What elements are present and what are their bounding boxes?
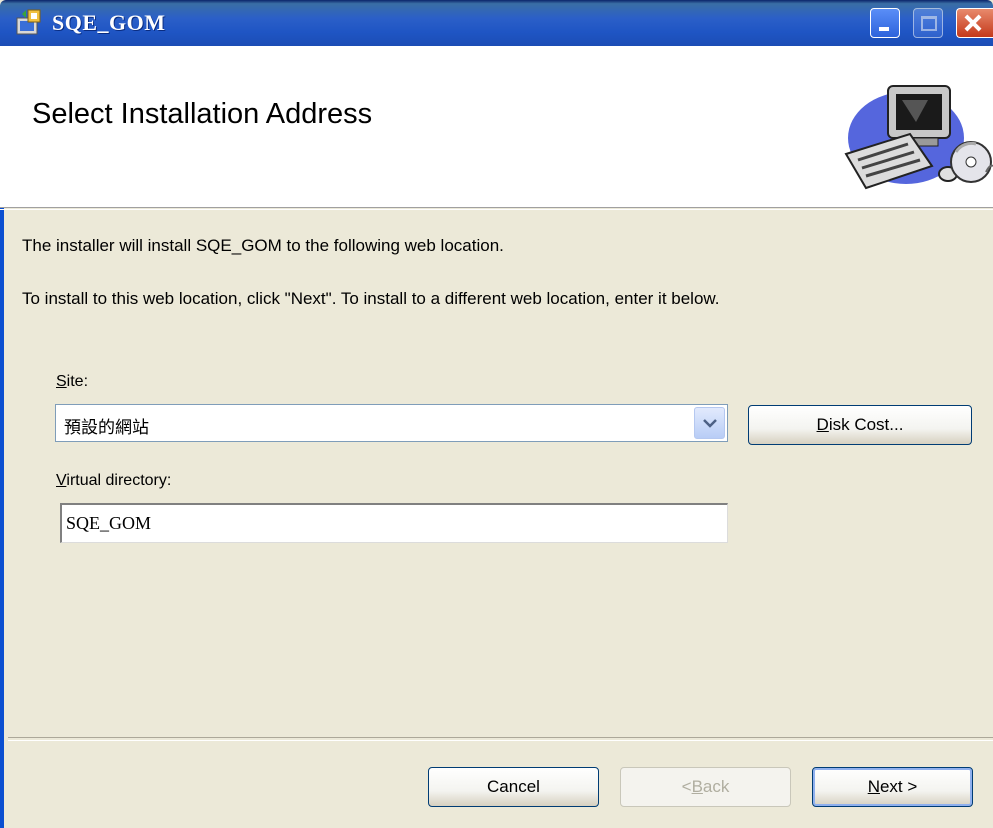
back-access-key: B: [691, 777, 703, 796]
install-instructions: To install to this web location, click "…: [22, 289, 720, 308]
window-title: SQE_GOM: [52, 10, 166, 35]
site-label-text: ite:: [66, 373, 89, 390]
maximize-button: [913, 8, 943, 38]
site-label: Site:: [56, 373, 88, 391]
next-button[interactable]: Next >: [812, 767, 973, 807]
chevron-down-icon: [703, 419, 717, 428]
disk-cost-access-key: D: [816, 415, 829, 434]
next-label: ext >: [879, 777, 918, 796]
back-prefix: <: [681, 777, 692, 796]
dropdown-arrow-button[interactable]: [694, 407, 725, 439]
header-banner: Select Installation Address: [0, 46, 993, 210]
back-button: < Back: [620, 767, 791, 807]
site-dropdown[interactable]: 預設的網站: [55, 404, 728, 442]
disk-cost-button[interactable]: Disk Cost...: [748, 405, 972, 445]
site-label-access-key: S: [56, 373, 67, 390]
computer-icon: [844, 85, 993, 190]
virtual-directory-label: Virtual directory:: [56, 472, 171, 490]
close-button[interactable]: [956, 8, 993, 38]
cancel-button[interactable]: Cancel: [428, 767, 599, 807]
virtual-directory-input[interactable]: SQE_GOM: [60, 503, 728, 543]
next-access-key: N: [867, 777, 880, 796]
virtual-directory-label-text: irtual directory:: [66, 472, 172, 489]
back-label: ack: [702, 777, 730, 796]
virtual-directory-access-key: V: [56, 472, 67, 489]
install-location-description: The installer will install SQE_GOM to th…: [22, 236, 504, 255]
virtual-directory-value: SQE_GOM: [66, 513, 152, 533]
installer-icon: [16, 9, 41, 35]
page-title: Select Installation Address: [32, 98, 373, 130]
footer-separator: [8, 737, 993, 741]
minimize-button[interactable]: [870, 8, 900, 38]
site-dropdown-value: 預設的網站: [64, 418, 149, 438]
disk-cost-label: isk Cost...: [828, 415, 904, 434]
title-bar[interactable]: SQE_GOM: [0, 0, 993, 46]
